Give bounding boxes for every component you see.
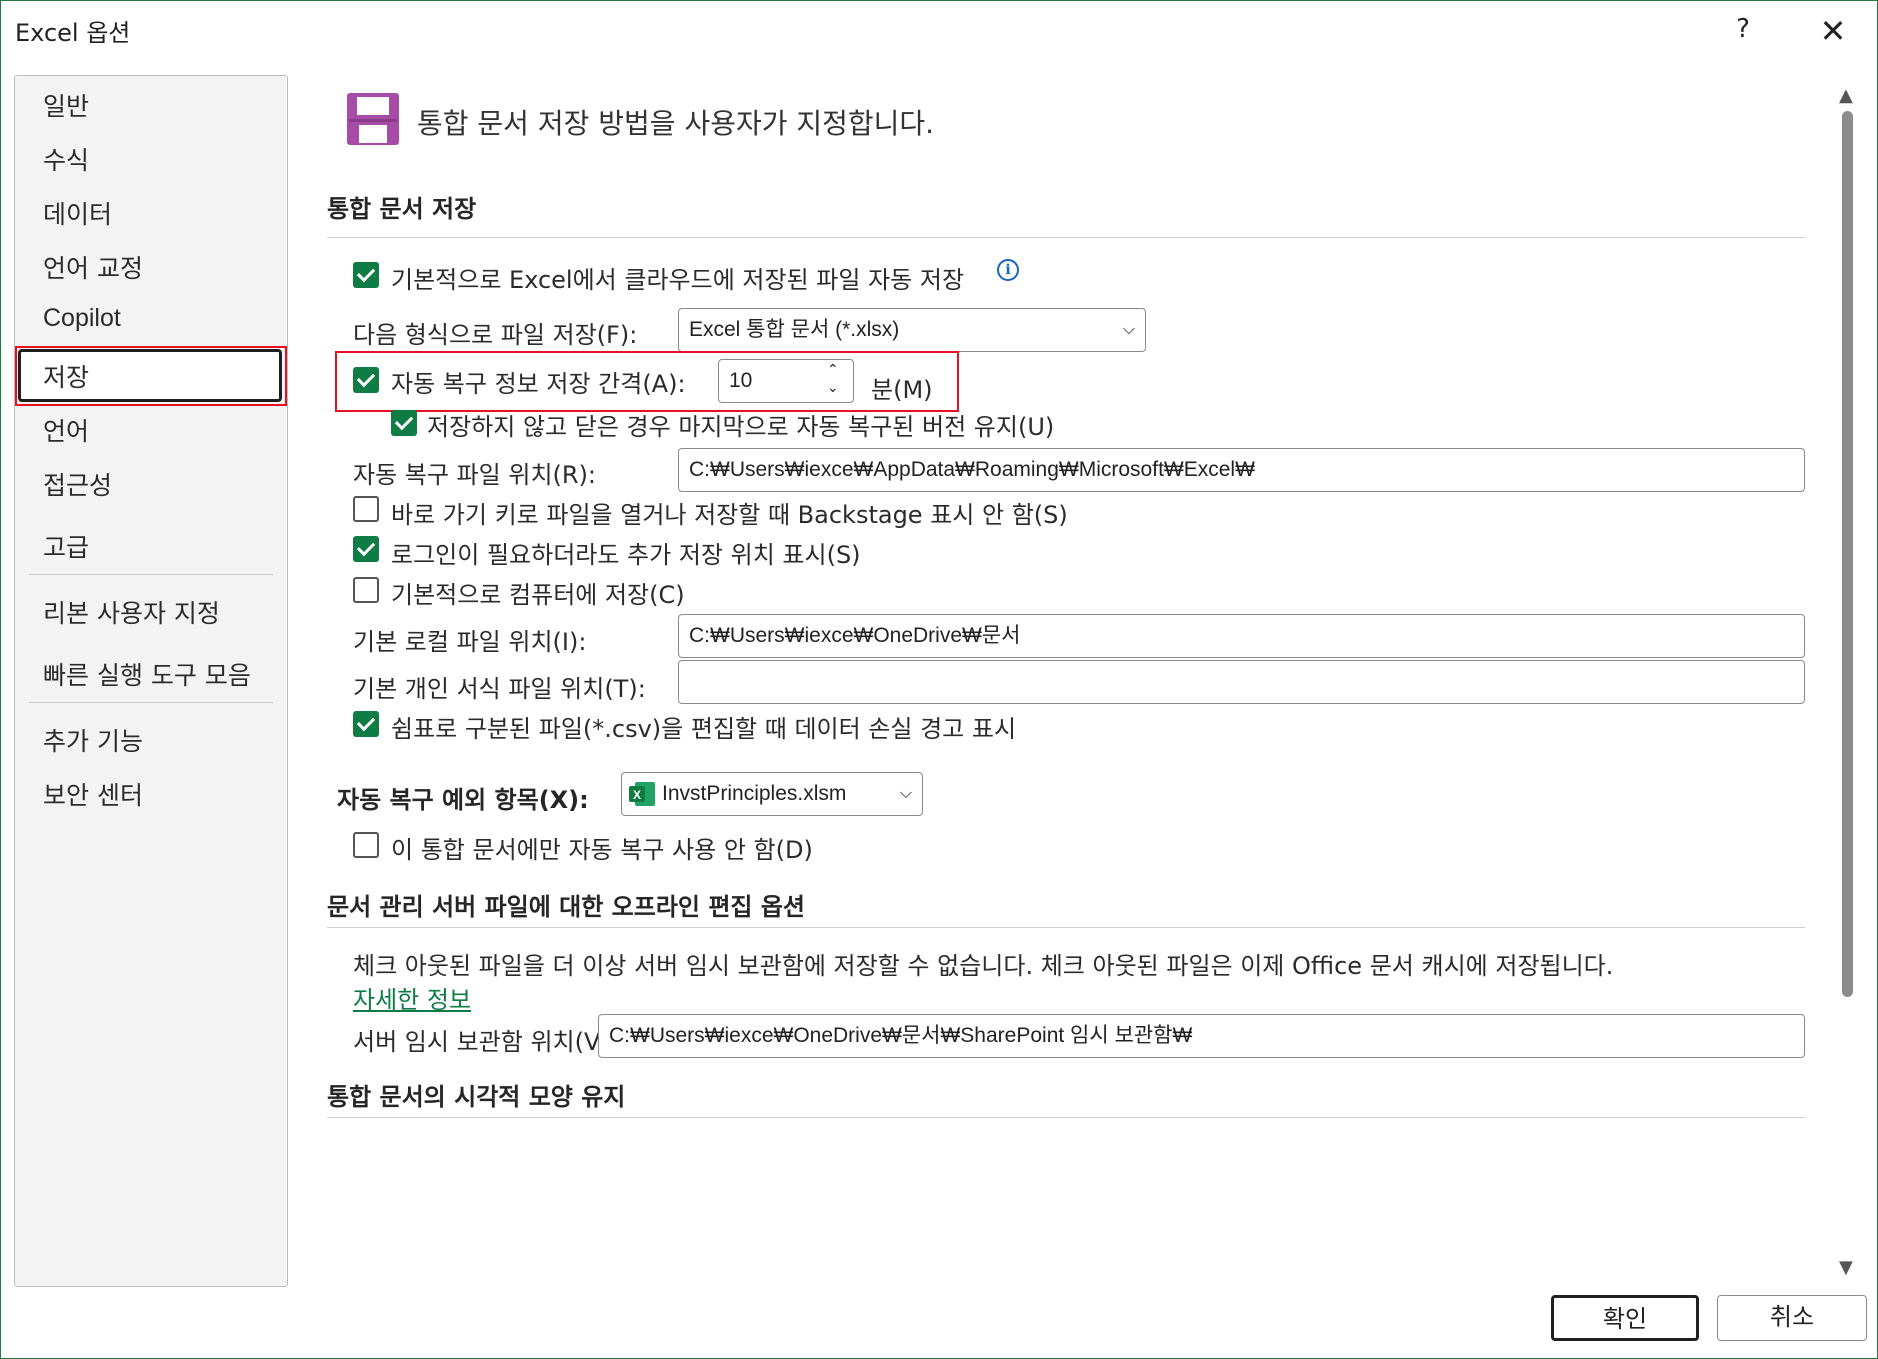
autorecover-label: 자동 복구 정보 저장 간격(A): xyxy=(391,370,686,398)
help-button[interactable]: ? xyxy=(1725,11,1761,47)
autorecover-minutes-spinner[interactable]: 10 ⌃ ⌄ xyxy=(718,359,854,403)
sidebar-item-accessibility[interactable]: 접근성 xyxy=(43,466,112,502)
autorecover-location-input[interactable]: C:₩Users₩iexce₩AppData₩Roaming₩Microsoft… xyxy=(678,448,1805,492)
section-divider xyxy=(327,927,1805,928)
section-title-offline-editing: 문서 관리 서버 파일에 대한 오프라인 편집 옵션 xyxy=(327,893,806,921)
save-format-dropdown[interactable]: Excel 통합 문서 (*.xlsx) ⌵ xyxy=(678,308,1146,352)
sidebar-item-general[interactable]: 일반 xyxy=(43,87,89,123)
sidebar-item-advanced[interactable]: 고급 xyxy=(43,528,89,564)
sidebar-item-language[interactable]: 언어 xyxy=(43,412,89,448)
sidebar-item-copilot[interactable]: Copilot xyxy=(43,304,121,333)
autosave-cloud-checkbox[interactable] xyxy=(353,262,379,288)
autorecover-minutes-value: 10 xyxy=(729,369,753,392)
close-button[interactable]: ✕ xyxy=(1813,11,1853,51)
sidebar-item-addins[interactable]: 추가 기능 xyxy=(43,722,143,758)
scroll-up-arrow-icon[interactable]: ▲ xyxy=(1839,85,1853,106)
show-additional-places-label: 로그인이 필요하더라도 추가 저장 위치 표시(S) xyxy=(391,541,861,569)
section-divider xyxy=(327,237,1805,238)
svg-text:X: X xyxy=(633,788,641,802)
sidebar-item-save[interactable]: 저장 xyxy=(43,358,89,394)
save-format-value: Excel 통합 문서 (*.xlsx) xyxy=(689,318,900,341)
show-additional-places-checkbox[interactable] xyxy=(353,536,379,562)
backstage-label: 바로 가기 키로 파일을 열거나 저장할 때 Backstage 표시 안 함(… xyxy=(391,501,1068,529)
sidebar: 일반 수식 데이터 언어 교정 Copilot 저장 언어 접근성 고급 리본 … xyxy=(14,75,288,1287)
page-header: 통합 문서 저장 방법을 사용자가 지정합니다. xyxy=(417,107,935,140)
backstage-checkbox[interactable] xyxy=(353,496,379,522)
save-icon xyxy=(347,93,399,145)
csv-warning-checkbox[interactable] xyxy=(353,711,379,737)
save-format-label: 다음 형식으로 파일 저장(F): xyxy=(353,321,638,349)
csv-warning-label: 쉼표로 구분된 파일(*.csv)을 편집할 때 데이터 손실 경고 표시 xyxy=(391,715,1017,743)
keep-last-version-label: 저장하지 않고 닫은 경우 마지막으로 자동 복구된 버전 유지(U) xyxy=(427,413,1055,441)
exceptions-workbook-value: InvstPrinciples.xlsm xyxy=(662,782,847,805)
keep-last-version-checkbox[interactable] xyxy=(391,410,417,436)
personal-templates-label: 기본 개인 서식 파일 위치(T): xyxy=(353,675,646,703)
personal-templates-input[interactable] xyxy=(678,660,1805,704)
ok-button[interactable]: 확인 xyxy=(1551,1295,1699,1341)
section-divider xyxy=(327,1117,1805,1118)
sidebar-item-trust-center[interactable]: 보안 센터 xyxy=(43,776,143,812)
scrollbar-thumb[interactable] xyxy=(1842,111,1853,997)
autorecover-location-label: 자동 복구 파일 위치(R): xyxy=(353,461,597,489)
scroll-down-arrow-icon[interactable]: ▼ xyxy=(1839,1257,1853,1278)
section-title-visual-appearance: 통합 문서의 시각적 모양 유지 xyxy=(327,1083,626,1111)
save-to-computer-checkbox[interactable] xyxy=(353,577,379,603)
chevron-down-icon: ⌵ xyxy=(1122,321,1135,338)
sidebar-divider xyxy=(29,574,273,575)
dialog-title: Excel 옵션 xyxy=(15,19,131,47)
excel-file-icon: X xyxy=(629,782,655,806)
minutes-unit-label: 분(M) xyxy=(871,376,933,404)
save-to-computer-label: 기본적으로 컴퓨터에 저장(C) xyxy=(391,581,685,609)
default-local-location-input[interactable]: C:₩Users₩iexce₩OneDrive₩문서 xyxy=(678,614,1805,658)
sidebar-item-quick-access[interactable]: 빠른 실행 도구 모음 xyxy=(43,656,251,692)
save-options-panel: 통합 문서 저장 방법을 사용자가 지정합니다. 통합 문서 저장 기본적으로 … xyxy=(301,61,1805,1281)
sidebar-item-data[interactable]: 데이터 xyxy=(43,195,112,231)
excel-options-dialog: Excel 옵션 ? ✕ 일반 수식 데이터 언어 교정 Copilot 저장 … xyxy=(0,0,1878,1359)
autorecover-checkbox[interactable] xyxy=(353,367,379,393)
sidebar-item-customize-ribbon[interactable]: 리본 사용자 지정 xyxy=(43,594,220,630)
spin-down-icon[interactable]: ⌄ xyxy=(827,366,839,402)
autosave-cloud-label: 기본적으로 Excel에서 클라우드에 저장된 파일 자동 저장 xyxy=(391,266,965,294)
exceptions-workbook-dropdown[interactable]: X InvstPrinciples.xlsm ⌵ xyxy=(621,772,923,816)
cancel-button[interactable]: 취소 xyxy=(1717,1295,1867,1341)
sidebar-divider xyxy=(29,702,273,703)
default-local-location-label: 기본 로컬 파일 위치(I): xyxy=(353,628,587,656)
chevron-down-icon: ⌵ xyxy=(899,785,912,802)
disable-autorecover-label: 이 통합 문서에만 자동 복구 사용 안 함(D) xyxy=(391,836,813,864)
sidebar-item-proofing[interactable]: 언어 교정 xyxy=(43,249,143,285)
server-drafts-input[interactable]: C:₩Users₩iexce₩OneDrive₩문서₩SharePoint 임시… xyxy=(598,1014,1805,1058)
server-drafts-label: 서버 임시 보관함 위치(V): xyxy=(353,1028,618,1056)
offline-note: 체크 아웃된 파일을 더 이상 서버 임시 보관함에 저장할 수 없습니다. 체… xyxy=(353,952,1614,980)
info-icon[interactable]: i xyxy=(997,259,1019,281)
section-title-save-workbooks: 통합 문서 저장 xyxy=(327,195,477,223)
autorecover-exceptions-label: 자동 복구 예외 항목(X): xyxy=(337,786,589,814)
disable-autorecover-checkbox[interactable] xyxy=(353,832,379,858)
sidebar-item-formulas[interactable]: 수식 xyxy=(43,141,89,177)
more-info-link[interactable]: 자세한 정보 xyxy=(353,980,471,1015)
